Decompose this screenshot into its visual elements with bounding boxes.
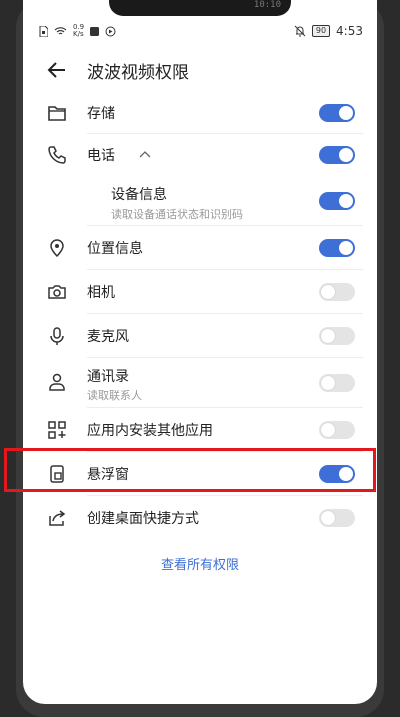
phone-icon: [48, 146, 66, 164]
sim-card-icon: [39, 25, 48, 37]
chevron-up-icon[interactable]: [139, 150, 151, 158]
permission-row-shortcut[interactable]: 创建桌面快捷方式: [23, 496, 377, 540]
apps-icon: [48, 421, 66, 439]
mute-bell-icon: [294, 25, 306, 37]
page-header: 波波视频权限: [23, 52, 377, 88]
screen: 10:10 0.9 K/s 90 4:53 波波视频权限 存储 电话 设备信息 …: [23, 0, 377, 704]
status-bar: 0.9 K/s 90 4:53: [23, 22, 377, 44]
permission-label: 创建桌面快捷方式: [87, 511, 199, 527]
phone-toggle[interactable]: [319, 146, 355, 164]
folder-icon: [48, 106, 66, 121]
shortcut-icon: [49, 510, 66, 526]
battery-indicator: 90: [311, 25, 331, 37]
permission-row-storage[interactable]: 存储: [23, 92, 377, 134]
permission-row-contacts[interactable]: 通讯录 读取联系人: [23, 358, 377, 408]
location-toggle[interactable]: [319, 239, 355, 257]
shortcut-toggle[interactable]: [319, 509, 355, 527]
permission-label: 电话: [87, 148, 115, 164]
permission-row-location[interactable]: 位置信息: [23, 226, 377, 270]
back-arrow-icon[interactable]: [45, 58, 69, 82]
network-speed: 0.9 K/s: [73, 23, 85, 38]
permission-description: 读取设备通话状态和识别码: [111, 208, 243, 221]
storage-toggle[interactable]: [319, 104, 355, 122]
contacts-icon: [49, 373, 65, 391]
permission-label: 位置信息: [87, 241, 143, 257]
permission-label: 应用内安装其他应用: [87, 423, 213, 439]
contacts-toggle[interactable]: [319, 374, 355, 392]
location-pin-icon: [50, 239, 64, 258]
top-clock: 10:10: [253, 0, 281, 10]
permission-description: 读取联系人: [87, 389, 142, 402]
permission-label: 存储: [87, 106, 115, 122]
permission-row-camera[interactable]: 相机: [23, 270, 377, 314]
phone-frame: 10:10 0.9 K/s 90 4:53 波波视频权限 存储 电话 设备信息 …: [4, 0, 384, 717]
permission-row-device-info[interactable]: 设备信息 读取设备通话状态和识别码: [23, 176, 377, 226]
camera-toggle[interactable]: [319, 283, 355, 301]
view-all-permissions-link[interactable]: 查看所有权限: [23, 554, 377, 573]
highlight-box: [4, 448, 376, 492]
microphone-icon: [50, 327, 64, 345]
permission-row-phone[interactable]: 电话: [23, 134, 377, 176]
device-info-toggle[interactable]: [319, 192, 355, 210]
page-title: 波波视频权限: [87, 63, 189, 83]
microphone-toggle[interactable]: [319, 327, 355, 345]
permission-label: 相机: [87, 285, 115, 301]
install-apps-toggle[interactable]: [319, 421, 355, 439]
play-icon: [105, 26, 116, 36]
record-icon: [90, 26, 100, 36]
permission-label: 麦克风: [87, 329, 129, 345]
status-time: 4:53: [336, 24, 363, 38]
wifi-icon: [54, 27, 67, 35]
permission-label: 通讯录: [87, 369, 129, 385]
camera-icon: [48, 285, 66, 299]
permission-row-install-apps[interactable]: 应用内安装其他应用: [23, 408, 377, 452]
permission-row-microphone[interactable]: 麦克风: [23, 314, 377, 358]
permission-label: 设备信息: [111, 187, 167, 203]
camera-notch: 10:10: [109, 0, 291, 16]
